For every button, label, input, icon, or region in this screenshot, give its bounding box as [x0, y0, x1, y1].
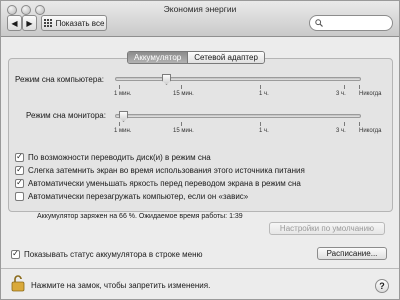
tick-label-3h: 3 ч. [336, 128, 346, 134]
tab-power-adapter[interactable]: Сетевой адаптер [187, 52, 264, 63]
show-all-label: Показать все [55, 18, 105, 28]
unlocked-padlock-icon[interactable] [11, 274, 25, 292]
help-button[interactable]: ? [375, 279, 389, 293]
divider [1, 268, 399, 269]
preferences-window: Экономия энергии ◀ ▶ Показать все Аккуму… [0, 0, 400, 300]
option-label: По возможности переводить диск(и) в режи… [28, 152, 211, 162]
battery-status-text: Аккумулятор заряжен на 66 %. Ожидаемое в… [37, 213, 243, 220]
tick-label-15min: 15 мин. [173, 91, 194, 97]
search-input[interactable] [326, 18, 390, 28]
checkbox-disk-sleep[interactable]: ✓ [15, 152, 24, 162]
option-dim-display[interactable]: ✓ Слегка затемнить экран во время исполь… [15, 165, 305, 175]
computer-sleep-slider-track[interactable] [115, 77, 361, 81]
forward-button[interactable]: ▶ [22, 15, 37, 31]
tick-mark [359, 122, 360, 126]
tick-label-never: Никогда [359, 128, 382, 134]
lock-hint-text: Нажмите на замок, чтобы запретить измене… [31, 281, 211, 290]
tab-battery[interactable]: Аккумулятор [128, 52, 188, 63]
option-auto-restart[interactable]: Автоматически перезагружать компьютер, е… [15, 191, 248, 201]
tick-mark [344, 85, 345, 89]
option-reduce-brightness[interactable]: ✓ Автоматически уменьшать яркость перед … [15, 178, 301, 188]
tick-label-1h: 1 ч. [259, 91, 269, 97]
option-label: Слегка затемнить экран во время использо… [28, 165, 305, 175]
tick-label-1min: 1 мин. [114, 128, 132, 134]
tick-mark [260, 122, 261, 126]
grid-icon [43, 19, 52, 27]
tick-mark [344, 122, 345, 126]
tick-mark [119, 85, 120, 89]
checkbox-auto-restart[interactable] [15, 191, 24, 201]
option-label: Автоматически перезагружать компьютер, е… [28, 191, 249, 201]
tick-label-3h: 3 ч. [336, 91, 346, 97]
tick-mark [119, 122, 120, 126]
show-all-button[interactable]: Показать все [41, 15, 107, 31]
tick-label-never: Никогда [359, 91, 382, 97]
display-sleep-slider-track[interactable] [115, 114, 361, 118]
option-disk-sleep[interactable]: ✓ По возможности переводить диск(и) в ре… [15, 152, 211, 162]
checkbox-reduce-brightness[interactable]: ✓ [15, 178, 24, 188]
checkbox-show-battery-status[interactable]: ✓ [11, 249, 20, 259]
tick-mark [359, 85, 360, 89]
option-label: Показывать статус аккумулятора в строке … [24, 249, 203, 259]
search-field[interactable] [309, 15, 393, 31]
chevron-right-icon: ▶ [26, 18, 33, 28]
tick-mark [260, 85, 261, 89]
tick-label-1h: 1 ч. [259, 128, 269, 134]
tick-mark [181, 85, 182, 89]
display-sleep-label: Режим сна монитора: [26, 111, 106, 120]
title-bar: Экономия энергии ◀ ▶ Показать все [1, 1, 399, 37]
back-button[interactable]: ◀ [7, 15, 22, 31]
option-label: Автоматически уменьшать яркость перед пе… [28, 178, 301, 188]
chevron-left-icon: ◀ [11, 18, 18, 28]
search-icon [315, 19, 323, 27]
window-title: Экономия энергии [163, 4, 237, 14]
option-show-battery-status[interactable]: ✓ Показывать статус аккумулятора в строк… [11, 249, 203, 259]
tick-label-1min: 1 мин. [114, 91, 132, 97]
power-source-tabs: Аккумулятор Сетевой адаптер [127, 51, 265, 64]
restore-defaults-button[interactable]: Настройки по умолчанию [269, 222, 385, 235]
tick-mark [181, 122, 182, 126]
schedule-button[interactable]: Расписание... [317, 247, 387, 260]
checkbox-dim-display[interactable]: ✓ [15, 165, 24, 175]
tick-label-15min: 15 мин. [173, 128, 194, 134]
computer-sleep-label: Режим сна компьютера: [15, 75, 104, 84]
